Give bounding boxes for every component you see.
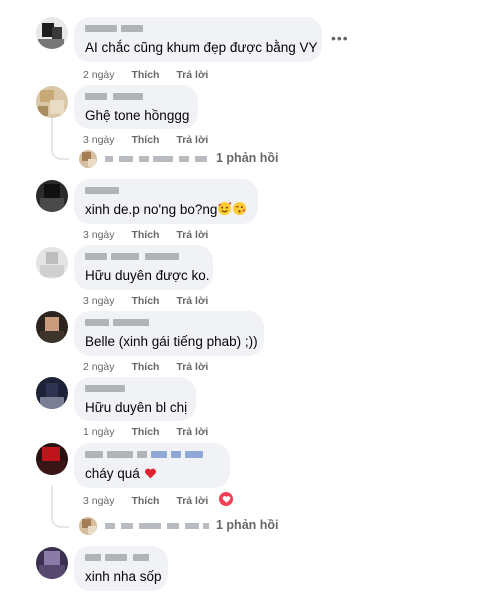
comment-text: Ghệ tone hồnggg — [85, 108, 190, 123]
view-replies-link[interactable]: 1 phản hồi — [79, 150, 289, 168]
blurred-author-name[interactable] — [85, 318, 253, 328]
comment-bubble: xinh nha sốp — [74, 546, 168, 591]
comment-bubble: Belle (xinh gái tiếng phab) ;)) — [74, 311, 264, 356]
heart-reaction-icon[interactable] — [218, 491, 234, 507]
comment-bubble: Ghệ tone hồnggg — [74, 85, 198, 129]
comment-actions: 1 ngày Thích Trả lời — [83, 426, 222, 438]
reply-count[interactable]: 1 phản hồi — [216, 518, 279, 532]
reply-button[interactable]: Trả lời — [176, 134, 208, 146]
like-button[interactable]: Thích — [131, 426, 159, 438]
comment-text-body: cháy quá — [85, 466, 140, 481]
comment-time[interactable]: 3 ngày — [83, 495, 115, 507]
reply-button[interactable]: Trả lời — [176, 229, 208, 241]
comment-actions: 2 ngày Thích Trả lời — [83, 361, 222, 373]
blurred-author-name[interactable] — [85, 553, 157, 563]
avatar[interactable] — [36, 247, 68, 279]
more-options-icon[interactable]: ••• — [331, 30, 349, 46]
avatar[interactable] — [36, 311, 68, 343]
comment-bubble: cháy quá — [74, 443, 230, 488]
comment-text: AI chắc cũng khum đẹp được bằng VY — [85, 40, 318, 55]
comment-actions: 2 ngày Thích Trả lời — [83, 69, 222, 81]
comment-text: xinh de.p no'ng bo?ng — [85, 201, 247, 220]
avatar[interactable] — [36, 443, 68, 475]
like-button[interactable]: Thích — [131, 229, 159, 241]
comment-text: cháy quá — [85, 465, 219, 484]
avatar[interactable] — [36, 377, 68, 409]
comment-text: xinh nha sốp — [85, 569, 162, 584]
comment-text: Hữu duyên bl chị — [85, 400, 188, 415]
blurred-author-name[interactable] — [85, 450, 219, 460]
thread-connector — [51, 486, 69, 528]
comment-bubble: Hữu duyên được ko. — [74, 245, 213, 290]
thread-connector — [51, 118, 69, 160]
comment-text: Belle (xinh gái tiếng phab) ;)) — [85, 334, 258, 349]
comment-bubble: AI chắc cũng khum đẹp được bằng VY — [74, 17, 322, 62]
avatar[interactable] — [36, 17, 68, 49]
like-button[interactable]: Thích — [131, 295, 159, 307]
face-blowing-kiss-emoji — [232, 201, 247, 220]
comment-time[interactable]: 3 ngày — [83, 295, 115, 307]
comment-time[interactable]: 3 ngày — [83, 229, 115, 241]
blurred-author-name[interactable] — [85, 24, 311, 34]
reply-button[interactable]: Trả lời — [176, 426, 208, 438]
reply-button[interactable]: Trả lời — [176, 295, 208, 307]
like-button[interactable]: Thích — [131, 134, 159, 146]
reply-button[interactable]: Trả lời — [176, 361, 208, 373]
red-heart-emoji — [144, 467, 157, 484]
blurred-author-name[interactable] — [85, 384, 185, 394]
avatar[interactable] — [36, 547, 68, 579]
reply-button[interactable]: Trả lời — [176, 69, 208, 81]
comment-actions: 3 ngày Thích Trả lời — [83, 229, 222, 241]
avatar[interactable] — [36, 86, 68, 118]
reply-button[interactable]: Trả lời — [176, 495, 208, 507]
like-button[interactable]: Thích — [131, 495, 159, 507]
reply-avatar — [79, 517, 97, 535]
comment-actions: 3 ngày Thích Trả lời — [83, 134, 222, 146]
comment-time[interactable]: 1 ngày — [83, 426, 115, 438]
blurred-author-name[interactable] — [85, 186, 247, 196]
reply-avatar — [79, 150, 97, 168]
avatar[interactable] — [36, 180, 68, 212]
comment-time[interactable]: 2 ngày — [83, 361, 115, 373]
comment-time[interactable]: 2 ngày — [83, 69, 115, 81]
comment-time[interactable]: 3 ngày — [83, 134, 115, 146]
like-button[interactable]: Thích — [131, 69, 159, 81]
smiling-face-with-hearts-emoji — [217, 201, 232, 220]
comment-text: Hữu duyên được ko. — [85, 268, 210, 283]
comment-bubble: Hữu duyên bl chị — [74, 377, 196, 421]
blurred-author-name[interactable] — [85, 92, 187, 102]
comment-actions: 3 ngày Thích Trả lời — [83, 495, 222, 507]
comment-bubble: xinh de.p no'ng bo?ng — [74, 179, 258, 224]
comment-actions: 3 ngày Thích Trả lời — [83, 295, 222, 307]
reply-count[interactable]: 1 phản hồi — [216, 151, 279, 165]
blurred-author-name[interactable] — [85, 252, 202, 262]
view-replies-link[interactable]: 1 phản hồi — [79, 517, 299, 535]
like-button[interactable]: Thích — [131, 361, 159, 373]
comment-text-body: xinh de.p no'ng bo?ng — [85, 202, 218, 217]
